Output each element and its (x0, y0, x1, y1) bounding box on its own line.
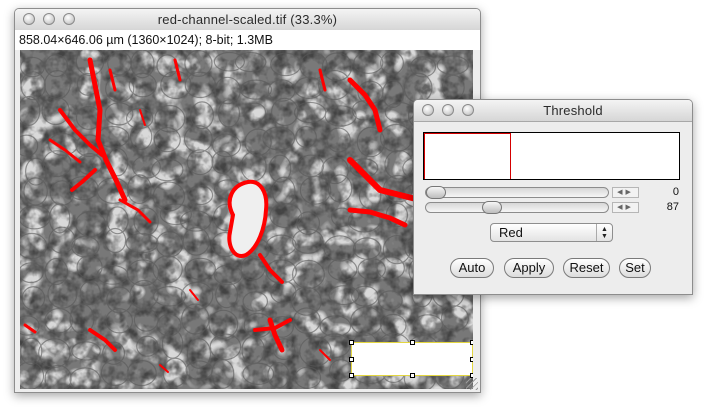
threshold-range-indicator (424, 133, 511, 179)
roi-handle[interactable] (410, 340, 415, 345)
up-down-arrow-icon: ▲ ▼ (596, 224, 612, 241)
image-canvas[interactable] (20, 50, 473, 389)
roi-handle[interactable] (349, 373, 354, 378)
threshold-window-title: Threshold (543, 103, 603, 118)
min-threshold-slider[interactable]: ◀▶ 0 (425, 186, 687, 200)
max-threshold-value: 87 (666, 201, 679, 213)
threshold-window[interactable]: Threshold ◀▶ 0 ◀▶ 87 Red ▲ ▼ Auto Apply R… (413, 99, 693, 295)
apply-button[interactable]: Apply (504, 258, 554, 278)
slider-thumb[interactable] (481, 201, 502, 214)
slider-step-arrows[interactable]: ◀▶ (612, 202, 639, 213)
roi-handle[interactable] (349, 340, 354, 345)
roi-handle[interactable] (349, 357, 354, 362)
roi-handle[interactable] (410, 373, 415, 378)
roi-handle[interactable] (470, 357, 473, 362)
max-threshold-slider[interactable]: ◀▶ 87 (425, 201, 687, 215)
slider-step-arrows[interactable]: ◀▶ (612, 187, 639, 198)
slider-track[interactable] (425, 201, 609, 214)
slider-thumb[interactable] (426, 186, 446, 199)
micrograph-image[interactable] (20, 50, 473, 389)
reset-button[interactable]: Reset (563, 258, 610, 278)
roi-rectangle[interactable] (349, 340, 473, 378)
image-window-title: red-channel-scaled.tif (33.3%) (157, 12, 338, 27)
slider-track[interactable] (425, 186, 609, 199)
set-button[interactable]: Set (619, 258, 651, 278)
channel-select-value: Red (499, 225, 523, 240)
resize-grip[interactable] (466, 378, 478, 390)
image-window[interactable]: red-channel-scaled.tif (33.3%) 858.04×64… (14, 8, 481, 393)
histogram (423, 132, 680, 180)
auto-button[interactable]: Auto (450, 258, 494, 278)
threshold-window-titlebar[interactable]: Threshold (414, 100, 692, 122)
roi-handle[interactable] (470, 340, 473, 345)
image-window-titlebar[interactable]: red-channel-scaled.tif (33.3%) (15, 9, 480, 31)
channel-select[interactable]: Red ▲ ▼ (490, 223, 613, 242)
image-info-bar: 858.04×646.06 µm (1360×1024); 8-bit; 1.3… (15, 30, 480, 50)
min-threshold-value: 0 (672, 186, 679, 198)
